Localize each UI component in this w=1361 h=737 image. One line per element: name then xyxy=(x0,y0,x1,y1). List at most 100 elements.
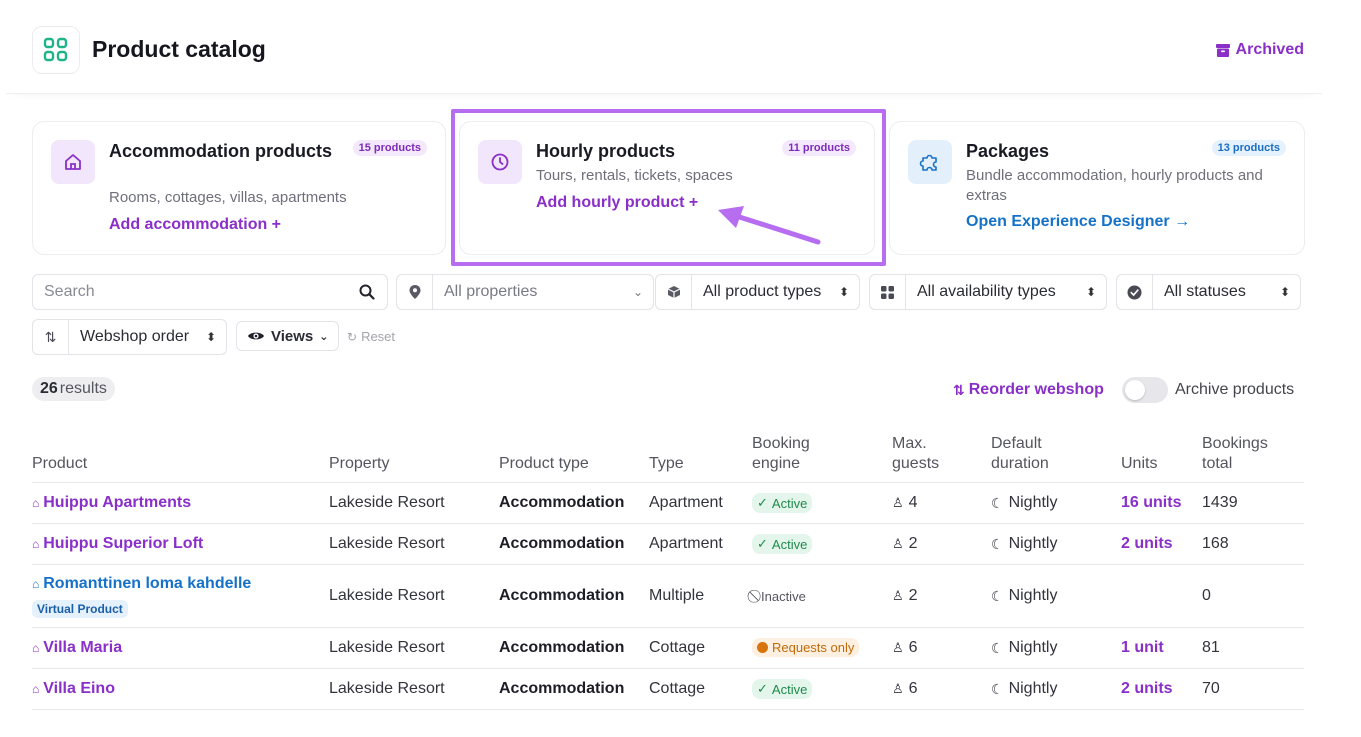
guests-value: 6 xyxy=(908,680,918,697)
guests-cell: ♙ 4 xyxy=(892,494,918,512)
property-cell: Lakeside Resort xyxy=(329,680,445,697)
house-icon: ⌂ xyxy=(32,641,40,655)
product-name: Villa Maria xyxy=(43,639,123,656)
archived-link[interactable]: Archived xyxy=(1215,41,1304,59)
type-cell: Cottage xyxy=(649,680,706,697)
units-link[interactable]: 2 units xyxy=(1121,535,1173,553)
status-badge: ✓ Active xyxy=(752,534,813,554)
moon-icon: ☾ xyxy=(991,639,1004,656)
reset-button[interactable]: ↻ Reset xyxy=(347,329,395,344)
card-title: Accommodation products xyxy=(109,141,333,161)
product-count-badge: 15 products xyxy=(352,140,427,156)
units-link[interactable]: 16 units xyxy=(1121,494,1181,512)
duration-cell: ☾ Nightly xyxy=(991,680,1057,698)
clock-icon xyxy=(757,642,768,653)
check-icon: ✓ xyxy=(757,536,768,551)
duration-value: Nightly xyxy=(1008,494,1058,511)
chevron-updown-icon: ⬍ xyxy=(1085,285,1096,299)
units-link[interactable]: 1 unit xyxy=(1121,639,1164,657)
product-link[interactable]: ⌂ Huippu Superior Loft xyxy=(32,535,203,553)
open-experience-designer-link[interactable]: Open Experience Designer → xyxy=(966,213,1190,231)
results-count: 26 xyxy=(40,380,58,397)
status-label: Inactive xyxy=(761,588,806,604)
archive-box-icon xyxy=(1215,43,1230,57)
reset-icon: ↻ xyxy=(347,329,358,344)
reorder-webshop-label: Reorder webshop xyxy=(968,381,1104,398)
guests-value: 2 xyxy=(908,535,918,552)
person-icon: ♙ xyxy=(892,681,904,696)
product-link[interactable]: ⌂ Huippu Apartments xyxy=(32,494,191,512)
type-cell: Apartment xyxy=(649,535,723,552)
table-divider xyxy=(32,523,1304,524)
chevron-down-icon: ⌄ xyxy=(632,285,643,299)
duration-value: Nightly xyxy=(1008,587,1058,604)
archive-products-toggle[interactable] xyxy=(1122,377,1168,403)
product-link[interactable]: ⌂ Villa Eino xyxy=(32,680,115,698)
views-button[interactable]: Views ⌄ xyxy=(236,321,340,351)
status-label: Active xyxy=(771,681,808,697)
product-type-cell: Accommodation xyxy=(499,535,625,552)
card-accommodation: Accommodation products 15 products Rooms… xyxy=(32,121,446,255)
house-icon xyxy=(51,140,95,184)
property-cell: Lakeside Resort xyxy=(329,535,445,552)
duration-value: Nightly xyxy=(1008,680,1058,697)
type-cell: Cottage xyxy=(649,639,706,656)
results-count-badge: 26 results xyxy=(32,377,115,401)
property-select[interactable]: All properties ⌄ xyxy=(396,274,654,310)
chevron-down-icon: ⌄ xyxy=(319,330,329,343)
views-label: Views xyxy=(271,327,314,345)
chevron-updown-icon: ⬍ xyxy=(838,285,849,299)
type-cell: Multiple xyxy=(649,587,705,604)
eye-icon xyxy=(248,332,264,340)
reset-label: Reset xyxy=(361,329,396,344)
availability-type-select[interactable]: All availability types ⬍ xyxy=(869,274,1107,310)
status-select[interactable]: All statuses ⬍ xyxy=(1116,274,1301,310)
search-input[interactable] xyxy=(33,283,359,301)
status-badge: ⃠ Inactive xyxy=(752,586,811,606)
sort-select[interactable]: ⇅ Webshop order ⬍ xyxy=(32,319,227,355)
guests-value: 2 xyxy=(908,587,918,604)
status-label: Requests only xyxy=(772,640,855,655)
units-link[interactable]: 2 units xyxy=(1121,680,1173,698)
product-type-cell: Accommodation xyxy=(499,494,625,511)
chevron-updown-icon: ⬍ xyxy=(205,330,216,344)
product-type-select[interactable]: All product types ⬍ xyxy=(655,274,860,310)
reorder-webshop-button[interactable]: ⇅ Reorder webshop xyxy=(953,381,1104,399)
product-name: Romanttinen loma kahdelle xyxy=(43,575,252,592)
column-header-units: Units xyxy=(1121,455,1158,472)
status-select-value: All statuses xyxy=(1164,283,1246,300)
search-field[interactable] xyxy=(32,274,388,310)
bookings-total-cell: 70 xyxy=(1202,680,1220,697)
results-label: results xyxy=(59,380,107,397)
product-name: Huippu Apartments xyxy=(43,494,192,511)
page-header: Product catalog Archived xyxy=(6,0,1322,94)
search-icon[interactable] xyxy=(359,284,387,300)
guests-cell: ♙ 2 xyxy=(892,587,918,605)
house-icon: ⌂ xyxy=(32,577,40,591)
chevron-updown-icon: ⬍ xyxy=(1279,285,1290,299)
person-icon: ♙ xyxy=(892,588,904,603)
page-title: Product catalog xyxy=(92,36,266,62)
type-cell: Apartment xyxy=(649,494,723,511)
moon-icon: ☾ xyxy=(991,494,1004,511)
add-accommodation-link[interactable]: Add accommodation + xyxy=(109,216,281,234)
bookings-total-cell: 0 xyxy=(1202,587,1211,604)
column-header-product: Product xyxy=(32,455,88,472)
column-header-max-guests: Max. guests xyxy=(892,435,940,472)
column-header-property: Property xyxy=(329,455,390,472)
guests-value: 4 xyxy=(908,494,918,511)
status-badge: ✓ Active xyxy=(752,493,813,513)
product-link[interactable]: ⌂ Villa Maria xyxy=(32,639,122,657)
status-label: Active xyxy=(771,536,808,552)
duration-cell: ☾ Nightly xyxy=(991,535,1057,553)
card-subtitle: Bundle accommodation, hourly products an… xyxy=(966,167,1263,204)
table-divider xyxy=(32,709,1304,710)
cube-icon xyxy=(656,275,692,309)
archive-products-label: Archive products xyxy=(1175,381,1295,398)
table-divider xyxy=(32,627,1304,628)
card-packages: Packages 13 products Bundle accommodatio… xyxy=(889,121,1305,255)
column-header-type: Type xyxy=(649,455,684,472)
product-link[interactable]: ⌂ Romanttinen loma kahdelle xyxy=(32,575,251,593)
table-divider xyxy=(32,668,1304,669)
card-title: Packages xyxy=(966,141,1050,161)
